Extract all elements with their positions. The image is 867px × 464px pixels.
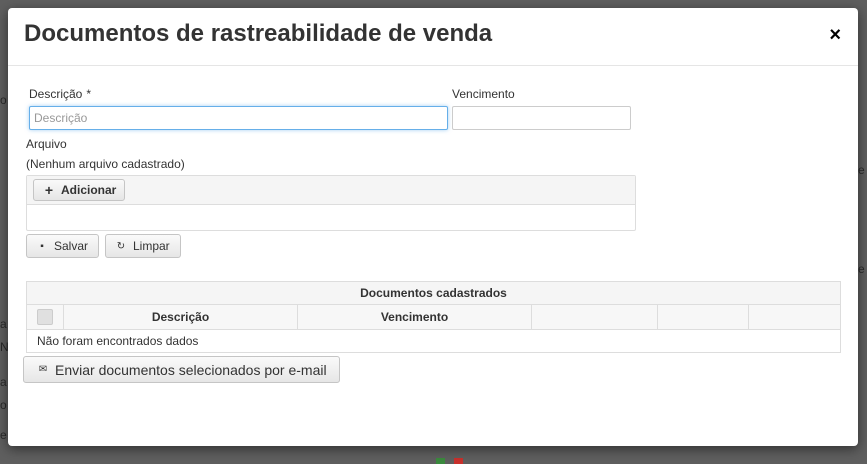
background-fragment: e <box>858 262 865 276</box>
arquivo-label: Arquivo <box>26 137 67 151</box>
background-fragment: e <box>858 163 865 177</box>
select-all-header <box>27 305 64 329</box>
clear-label: Limpar <box>133 239 170 253</box>
add-file-label: Adicionar <box>61 183 117 197</box>
column-header-descricao[interactable]: Descrição <box>64 305 298 329</box>
upload-toolbar: + Adicionar <box>27 176 635 205</box>
arquivo-status: (Nenhum arquivo cadastrado) <box>26 157 185 171</box>
column-header-vencimento[interactable]: Vencimento <box>298 305 532 329</box>
file-upload-area: + Adicionar <box>26 175 636 231</box>
table-header-row: Descrição Vencimento <box>27 305 840 330</box>
envelope-icon: ✉ <box>38 364 48 375</box>
required-mark: * <box>86 87 92 101</box>
add-file-button[interactable]: + Adicionar <box>33 179 126 201</box>
vencimento-label: Vencimento <box>452 87 515 101</box>
plus-icon: + <box>44 182 54 198</box>
background-fragment: o <box>0 398 7 412</box>
background-status-marker <box>436 458 445 464</box>
descricao-input[interactable] <box>29 106 448 130</box>
clear-button[interactable]: ↻ Limpar <box>105 234 181 258</box>
modal-title: Documentos de rastreabilidade de venda <box>24 20 493 47</box>
background-status-marker <box>454 458 463 464</box>
save-button[interactable]: ▪ Salvar <box>26 234 99 258</box>
background-fragment: a <box>0 317 7 331</box>
column-header-empty <box>658 305 749 329</box>
close-icon[interactable]: × <box>829 25 841 45</box>
column-header-empty <box>749 305 840 329</box>
column-header-empty <box>532 305 658 329</box>
save-icon: ▪ <box>40 240 44 252</box>
descricao-label-text: Descrição <box>29 87 83 101</box>
table-caption: Documentos cadastrados <box>27 282 840 305</box>
documents-table: Documentos cadastrados Descrição Vencime… <box>26 281 841 353</box>
background-fragment: o <box>0 93 7 107</box>
background-fragment: e <box>0 428 7 442</box>
table-empty-message: Não foram encontrados dados <box>37 334 199 348</box>
undo-icon: ↻ <box>116 240 126 252</box>
background-fragment: a <box>0 375 7 389</box>
descricao-label: Descrição * <box>29 87 91 101</box>
send-email-button[interactable]: ✉ Enviar documentos selecionados por e-m… <box>23 356 340 383</box>
select-all-checkbox[interactable] <box>37 309 53 325</box>
vencimento-input[interactable] <box>452 106 631 130</box>
save-label: Salvar <box>54 239 89 253</box>
documents-modal: Documentos de rastreabilidade de venda ×… <box>8 8 858 446</box>
send-email-label: Enviar documentos selecionados por e-mai… <box>55 361 327 378</box>
modal-header: Documentos de rastreabilidade de venda × <box>8 8 858 66</box>
